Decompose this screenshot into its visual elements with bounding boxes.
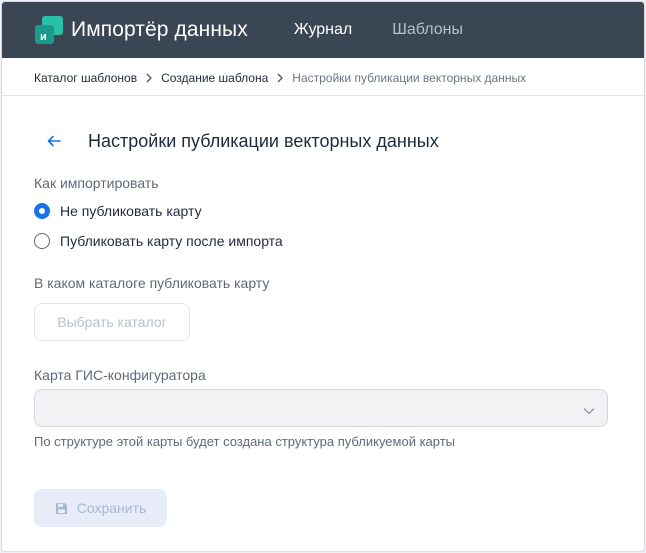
- import-mode-label: Как импортировать: [34, 175, 159, 191]
- main-nav: Журнал Шаблоны: [294, 21, 503, 39]
- page-heading: Настройки публикации векторных данных: [2, 126, 644, 156]
- radio-button-checked[interactable]: [34, 203, 50, 219]
- app-title: Импортёр данных: [71, 18, 248, 41]
- gis-map-hint: По структуре этой карты будет создана ст…: [34, 434, 456, 449]
- app-logo-icon: и: [35, 16, 63, 44]
- floppy-disk-icon: [55, 502, 68, 515]
- breadcrumb-current: Настройки публикации векторных данных: [292, 70, 527, 85]
- app-logo[interactable]: и Импортёр данных: [35, 16, 248, 44]
- gis-map-label: Карта ГИС-конфигуратора: [34, 367, 206, 383]
- select-catalog-button[interactable]: Выбрать каталог: [34, 303, 190, 341]
- page-title: Настройки публикации векторных данных: [88, 130, 439, 151]
- chevron-right-icon: [276, 73, 284, 83]
- chevron-right-icon: [145, 73, 153, 83]
- breadcrumb: Каталог шаблонов Создание шаблона Настро…: [2, 60, 644, 96]
- arrow-left-icon[interactable]: [42, 129, 66, 153]
- radio-publish-after-import[interactable]: Публиковать карту после импорта: [2, 230, 644, 252]
- save-button-label: Сохранить: [76, 500, 147, 516]
- radio-button-unchecked[interactable]: [34, 233, 50, 249]
- catalog-label: В каком каталоге публиковать карту: [34, 275, 270, 291]
- nav-item-journal[interactable]: Журнал: [294, 21, 352, 39]
- radio-label: Публиковать карту после импорта: [60, 233, 283, 249]
- breadcrumb-item-catalog[interactable]: Каталог шаблонов: [34, 71, 137, 85]
- radio-do-not-publish[interactable]: Не публиковать карту: [2, 200, 644, 222]
- top-bar: и Импортёр данных Журнал Шаблоны: [2, 2, 644, 58]
- gis-map-select[interactable]: [34, 389, 608, 427]
- chevron-down-icon: [583, 402, 595, 420]
- svg-text:и: и: [40, 31, 47, 43]
- nav-item-templates[interactable]: Шаблоны: [392, 21, 463, 39]
- app-window: и Импортёр данных Журнал Шаблоны Каталог…: [1, 1, 645, 552]
- save-button[interactable]: Сохранить: [34, 489, 167, 527]
- radio-label: Не публиковать карту: [60, 203, 202, 219]
- breadcrumb-item-create[interactable]: Создание шаблона: [161, 71, 268, 85]
